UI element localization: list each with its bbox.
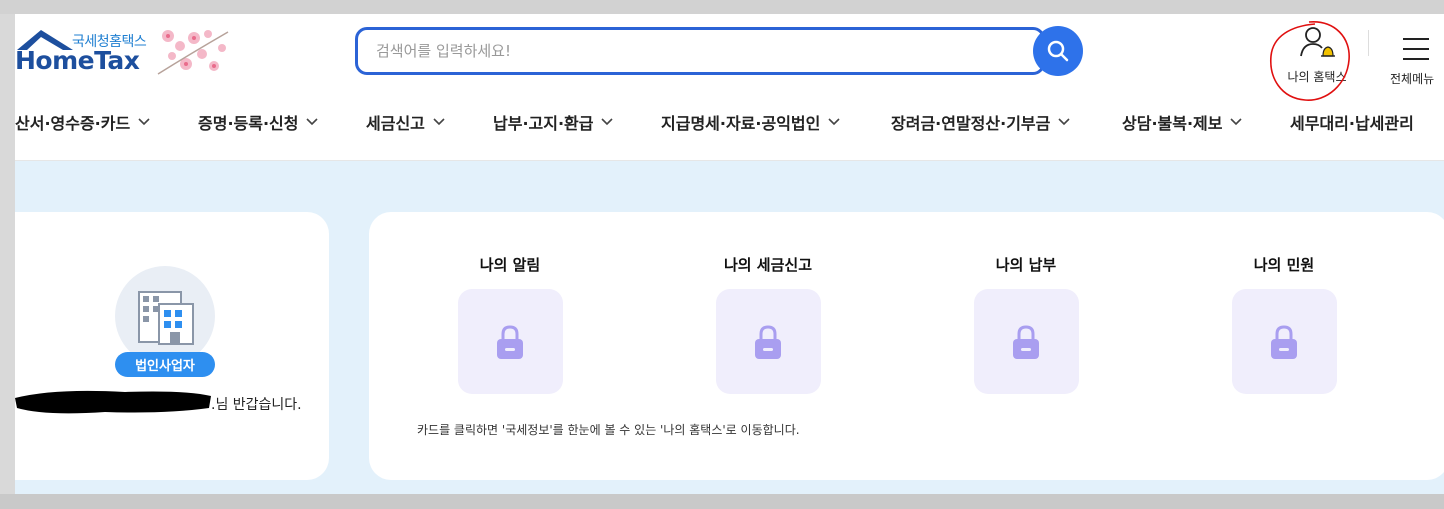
tile-my-alerts[interactable]: 나의 알림	[440, 254, 580, 394]
tile-title: 나의 민원	[1253, 256, 1315, 274]
tile-my-civil-petition[interactable]: 나의 민원	[1214, 254, 1354, 394]
building-avatar	[115, 266, 215, 366]
nav-item-receipts[interactable]: 산서·영수증·카드	[15, 110, 150, 134]
nav-item-consult[interactable]: 상담·불복·제보	[1122, 110, 1243, 134]
redacted-name	[15, 390, 211, 414]
building-icon	[138, 291, 194, 345]
nav-item-label: 납부·고지·환급	[493, 114, 594, 133]
tile-lock-box	[973, 289, 1079, 394]
logo-title: HomeTax	[15, 46, 140, 75]
tile-lock-box	[715, 289, 821, 394]
lock-icon	[497, 324, 523, 359]
hamburger-icon	[1403, 38, 1429, 60]
tile-lock-box	[1231, 289, 1337, 394]
nav-item-tax-report[interactable]: 세금신고	[366, 110, 445, 134]
main-nav: 산서·영수증·카드 증명·등록·신청 세금신고 납부·고지·환급 지급명세·자료…	[15, 98, 1444, 144]
nav-item-label: 지급명세·자료·공익법인	[661, 114, 821, 133]
lock-icon	[1271, 324, 1297, 359]
nav-item-statements[interactable]: 지급명세·자료·공익법인	[661, 110, 840, 134]
nav-item-label: 증명·등록·신청	[198, 114, 299, 133]
tile-title: 나의 납부	[995, 256, 1057, 274]
chevron-down-icon	[306, 118, 319, 126]
search-input[interactable]	[376, 30, 1016, 72]
chevron-down-icon	[138, 118, 150, 126]
nav-item-payment[interactable]: 납부·고지·환급	[493, 110, 614, 134]
tile-my-payment[interactable]: 나의 납부	[956, 254, 1096, 394]
nav-item-tax-agent[interactable]: 세무대리·납세관리	[1290, 110, 1414, 134]
nav-item-incentives[interactable]: 장려금·연말정산·기부금	[891, 110, 1070, 134]
window-bottom-strip	[0, 494, 1444, 509]
red-annotation-circle	[1270, 21, 1350, 101]
chevron-down-icon	[601, 118, 614, 126]
nav-item-label: 세금신고	[366, 114, 425, 133]
header-divider	[1368, 30, 1369, 56]
tile-my-tax-report[interactable]: 나의 세금신고	[698, 254, 838, 394]
all-menu-label: 전체메뉴	[1390, 72, 1435, 86]
window-top-strip	[0, 0, 1444, 14]
user-type-badge: 법인사업자	[115, 352, 215, 377]
chevron-down-icon	[1058, 118, 1070, 126]
nav-item-label: 장려금·연말정산·기부금	[891, 114, 1051, 133]
nav-item-label: 상담·불복·제보	[1122, 114, 1223, 133]
lock-icon	[755, 324, 781, 359]
search-box	[355, 27, 1045, 75]
lock-icon	[1013, 324, 1039, 359]
tile-title: 나의 알림	[479, 256, 541, 274]
nav-item-certificates[interactable]: 증명·등록·신청	[198, 110, 319, 134]
cherry-blossom-icon	[157, 30, 229, 75]
tiles-note: 카드를 클릭하면 '국세정보'를 한눈에 볼 수 있는 '나의 홈택스'로 이동…	[417, 423, 800, 437]
tile-title: 나의 세금신고	[723, 256, 813, 274]
nav-item-label: 산서·영수증·카드	[15, 114, 131, 133]
chevron-down-icon	[1230, 118, 1243, 126]
hometax-logo[interactable]: 국세청홈택스 HomeTax	[15, 24, 235, 84]
all-menu-button[interactable]: 전체메뉴	[1385, 24, 1444, 88]
page: 국세청홈택스 HomeTax 나의	[15, 14, 1444, 494]
search-button[interactable]	[1033, 26, 1083, 76]
chevron-down-icon	[433, 118, 445, 126]
window-left-strip	[0, 14, 15, 509]
search-icon	[1047, 40, 1069, 62]
nav-item-label: 세무대리·납세관리	[1290, 114, 1414, 133]
tile-lock-box	[457, 289, 563, 394]
chevron-down-icon	[828, 118, 840, 126]
greeting-text: .님 반갑습니다.	[211, 397, 302, 413]
